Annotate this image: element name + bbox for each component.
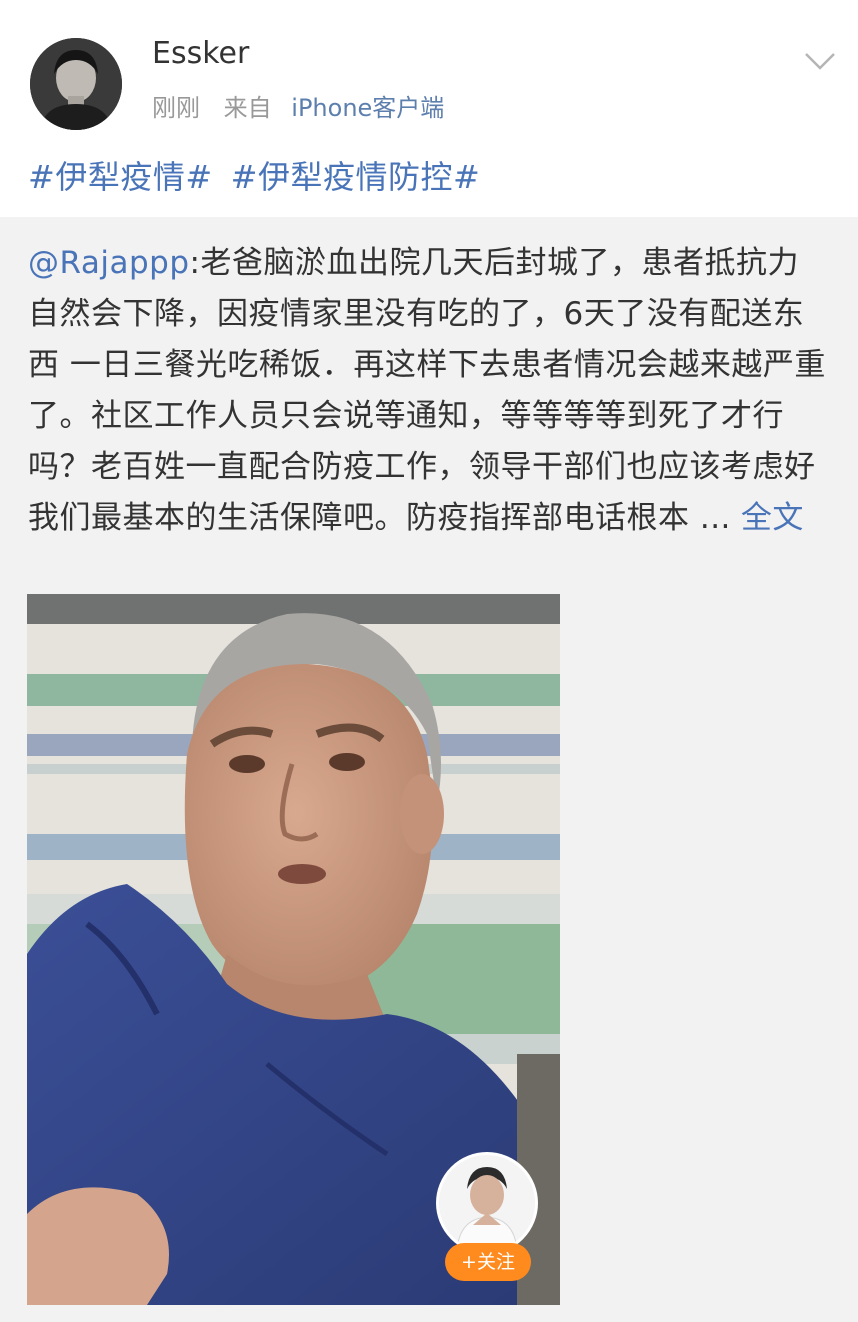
- author-avatar-image: [30, 38, 122, 130]
- post-topics: #伊犁疫情# #伊犁疫情防控#: [28, 152, 480, 198]
- author-avatar[interactable]: [30, 38, 122, 130]
- follow-button[interactable]: +关注: [445, 1243, 531, 1281]
- source-prefix: 来自: [223, 94, 272, 122]
- full-text-link[interactable]: 全文: [741, 500, 804, 536]
- topic-link[interactable]: #伊犁疫情防控#: [231, 158, 481, 196]
- follow-avatar-image: [439, 1155, 535, 1251]
- repost-body: :老爸脑淤血出院几天后封城了，患者抵抗力自然会下降，因疫情家里没有吃的了，6天了…: [28, 245, 826, 536]
- author-name[interactable]: Essker: [152, 36, 249, 71]
- post-source[interactable]: iPhone客户端: [291, 94, 444, 122]
- mention-link[interactable]: @Rajappp: [28, 245, 190, 281]
- post-time: 刚刚: [152, 94, 200, 122]
- follow-user-avatar[interactable]: [436, 1152, 538, 1254]
- post-meta: 刚刚 来自 iPhone客户端: [152, 88, 444, 123]
- repost-text: @Rajappp:老爸脑淤血出院几天后封城了，患者抵抗力自然会下降，因疫情家里没…: [28, 238, 828, 544]
- chevron-down-icon[interactable]: [800, 46, 840, 76]
- post-header: Essker 刚刚 来自 iPhone客户端 #伊犁疫情# #伊犁疫情防控#: [0, 0, 858, 217]
- topic-link[interactable]: #伊犁疫情#: [28, 158, 213, 196]
